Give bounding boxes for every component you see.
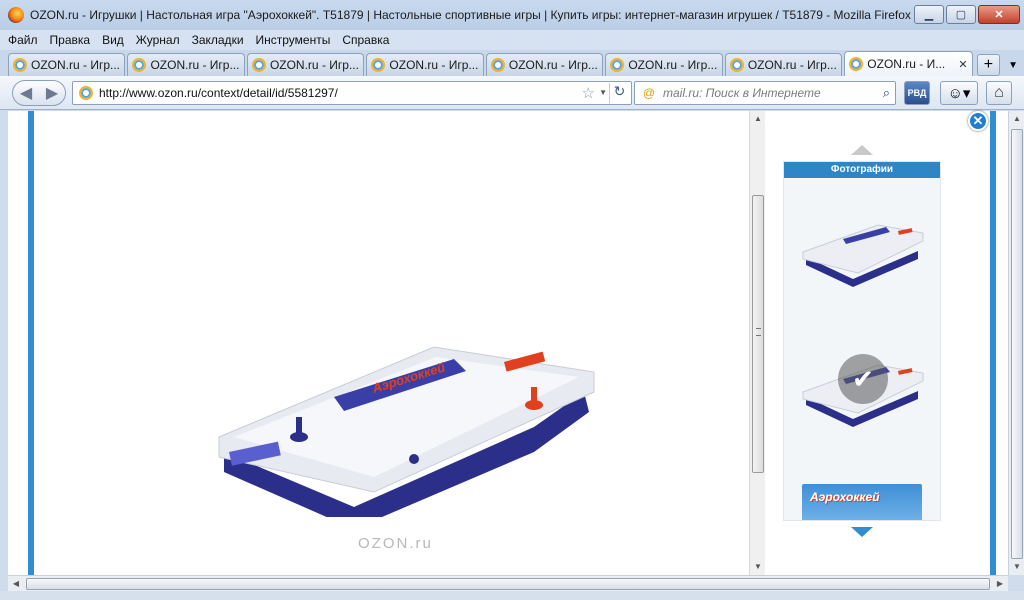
menu-help[interactable]: Справка [342, 33, 389, 47]
vscroll-up-arrow-icon[interactable]: ▲ [1009, 111, 1024, 127]
hscroll-left-arrow-icon[interactable]: ◀ [8, 576, 24, 592]
browser-tab[interactable]: OZON.ru - Игр... [605, 53, 723, 76]
ozon-watermark: OZON.ru [358, 535, 433, 552]
photos-header: Фотографии [784, 162, 940, 178]
left-accent-stripe [28, 111, 34, 575]
scroll-up-arrow-icon[interactable]: ▲ [750, 111, 766, 127]
ozon-favicon-icon [610, 58, 625, 72]
menu-history[interactable]: Журнал [136, 33, 180, 47]
smiley-addon-button[interactable]: ☺▾ [940, 81, 978, 105]
close-window-button[interactable]: ✕ [978, 5, 1020, 24]
image-viewer-scrollbar[interactable]: ▲ ▼ [749, 111, 765, 575]
ozon-favicon-icon [13, 58, 27, 72]
tab-label: OZON.ru - Игр... [508, 58, 598, 72]
ozon-favicon-icon [490, 58, 505, 72]
menu-file[interactable]: Файл [8, 33, 38, 47]
scroll-grip-icon [756, 328, 761, 336]
reload-button[interactable]: ↻ [609, 83, 629, 103]
new-tab-button[interactable]: + [976, 54, 1001, 76]
page-horizontal-scrollbar[interactable]: ◀ ▶ [8, 575, 1008, 591]
window-controls: ▁ ▢ ✕ [914, 5, 1020, 24]
browser-tab-active[interactable]: OZON.ru - И... ✕ [844, 51, 973, 76]
tab-label: OZON.ru - Игр... [628, 58, 718, 72]
hscroll-right-arrow-icon[interactable]: ▶ [992, 576, 1008, 592]
page-vertical-scrollbar[interactable]: ▲ ▼ [1008, 111, 1024, 575]
tab-label: OZON.ru - Игр... [269, 58, 359, 72]
page-content: Аэрохоккей OZON.ru ▲ ▼ ✕ Фотографии ✔ Аэ… [8, 111, 1008, 575]
forward-button[interactable]: ▶ [39, 83, 65, 103]
back-forward-group: ◀ ▶ [12, 80, 66, 106]
tab-label: OZON.ru - Игр... [150, 58, 240, 72]
box-title: Аэрохоккей [810, 490, 880, 504]
thumbs-up-arrow-icon[interactable] [851, 145, 873, 155]
selected-check-icon: ✔ [838, 354, 888, 404]
browser-tab[interactable]: OZON.ru - Игр... [366, 53, 484, 76]
right-accent-stripe [990, 111, 996, 575]
url-input[interactable]: http://www.ozon.ru/context/detail/id/558… [99, 86, 338, 100]
photos-panel: Фотографии ✔ Аэрохоккей [783, 161, 941, 521]
ozon-favicon-icon [729, 58, 744, 72]
tab-close-icon[interactable]: ✕ [958, 58, 967, 71]
browser-tab[interactable]: OZON.ru - Игр... [485, 53, 604, 76]
browser-tab[interactable]: OZON.ru - Игр... [724, 53, 843, 76]
navigation-toolbar: ◀ ▶ http://www.ozon.ru/context/detail/id… [0, 76, 1024, 110]
ozon-favicon-icon [132, 58, 147, 72]
window-title: OZON.ru - Игрушки | Настольная игра "Аэр… [30, 8, 911, 22]
scroll-down-arrow-icon[interactable]: ▼ [750, 559, 766, 575]
menu-bookmarks[interactable]: Закладки [192, 33, 244, 47]
status-bar [0, 591, 1024, 600]
rvd-addon-button[interactable]: РВД [904, 81, 930, 105]
home-button[interactable]: ⌂ [986, 81, 1012, 105]
tab-list-dropdown-icon[interactable]: ▼ [1002, 54, 1024, 76]
image-viewer-scroll-thumb[interactable] [752, 195, 764, 473]
close-viewer-button[interactable]: ✕ [968, 111, 988, 131]
site-identity-icon[interactable] [79, 86, 93, 100]
blue-mallet-handle [296, 417, 302, 437]
menu-edit[interactable]: Правка [50, 33, 91, 47]
search-engine-icon[interactable]: @ [635, 86, 663, 100]
page-horizontal-scroll-thumb[interactable] [26, 578, 990, 590]
firefox-icon [8, 7, 24, 23]
search-input[interactable]: mail.ru: Поиск в Интернете [663, 86, 821, 100]
ozon-favicon-icon [849, 57, 864, 71]
browser-tab[interactable]: OZON.ru - Игр... [8, 53, 126, 76]
search-icon[interactable]: ⌕ [883, 85, 890, 101]
bookmark-star-icon[interactable]: ☆ [582, 84, 595, 102]
page-vertical-scroll-thumb[interactable] [1011, 129, 1023, 559]
search-bar[interactable]: @ mail.ru: Поиск в Интернете ⌕ [634, 81, 896, 105]
tab-label: OZON.ru - Игр... [31, 58, 121, 72]
ozon-favicon-icon [371, 58, 386, 72]
back-button[interactable]: ◀ [13, 83, 39, 103]
product-main-image: Аэрохоккей [218, 346, 595, 517]
photo-thumbnail-box[interactable]: Аэрохоккей [802, 484, 922, 520]
tab-label: OZON.ru - И... [867, 57, 946, 71]
thumbs-down-arrow-icon[interactable] [851, 527, 873, 537]
url-bar[interactable]: http://www.ozon.ru/context/detail/id/558… [72, 81, 632, 105]
menu-view[interactable]: Вид [102, 33, 124, 47]
red-mallet-handle [531, 387, 537, 405]
minimize-button[interactable]: ▁ [914, 5, 944, 24]
menu-bar: Файл Правка Вид Журнал Закладки Инструме… [0, 30, 1024, 50]
tab-label: OZON.ru - Игр... [389, 58, 479, 72]
photo-thumbnail[interactable] [798, 207, 928, 287]
browser-tab[interactable]: OZON.ru - Игр... [246, 53, 365, 76]
maximize-button[interactable]: ▢ [946, 5, 976, 24]
tab-bar: OZON.ru - Игр... OZON.ru - Игр... OZON.r… [0, 50, 1024, 76]
ozon-favicon-icon [251, 58, 266, 72]
menu-tools[interactable]: Инструменты [256, 33, 331, 47]
tab-label: OZON.ru - Игр... [747, 58, 837, 72]
vscroll-down-arrow-icon[interactable]: ▼ [1009, 559, 1024, 575]
window-titlebar: OZON.ru - Игрушки | Настольная игра "Аэр… [0, 0, 1024, 30]
browser-tab[interactable]: OZON.ru - Игр... [127, 53, 245, 76]
url-history-dropdown-icon[interactable]: ▼ [599, 88, 607, 97]
puck [409, 454, 419, 464]
